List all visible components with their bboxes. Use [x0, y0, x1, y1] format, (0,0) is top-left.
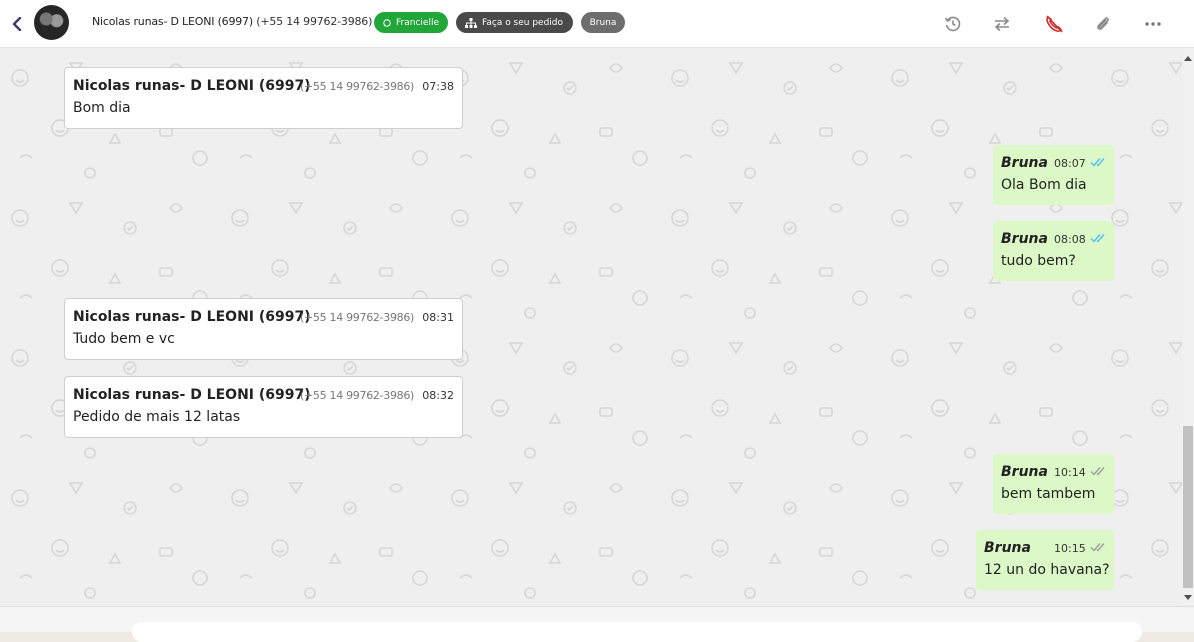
sender-phone: (+55 14 99762-3986) — [300, 311, 415, 324]
message-author: Bruna — [1001, 464, 1048, 480]
message-outgoing[interactable]: Bruna 10:14 bem tambem — [993, 454, 1114, 514]
tag-label: Bruna — [589, 17, 617, 28]
tag-faca-o-seu-pedido[interactable]: Faça o seu pedido — [456, 12, 573, 33]
message-outgoing[interactable]: Bruna 08:07 Ola Bom dia — [993, 145, 1114, 205]
chat-header: Nicolas runas- D LEONI (6997) (+55 14 99… — [0, 0, 1194, 48]
message-incoming[interactable]: Nicolas runas- D LEONI (6997) (+55 14 99… — [64, 67, 463, 129]
message-author: Bruna — [984, 540, 1031, 556]
message-text: Tudo bem e vc — [73, 331, 175, 347]
double-check-icon — [1090, 543, 1105, 552]
contact-name: Nicolas runas- D LEONI (6997) — [92, 15, 253, 28]
message-incoming[interactable]: Nicolas runas- D LEONI (6997) (+55 14 99… — [64, 376, 463, 438]
sender-phone: (+55 14 99762-3986) — [300, 80, 415, 93]
message-time: 08:07 — [1054, 157, 1086, 170]
transfer-icon — [994, 16, 1010, 32]
hangup-icon — [1046, 15, 1063, 33]
scrollbar-thumb[interactable] — [1183, 426, 1193, 588]
message-text: Bom dia — [73, 100, 131, 116]
scroll-down-arrow-icon[interactable] — [1184, 595, 1192, 600]
double-check-icon — [1090, 467, 1105, 476]
sender-name: Nicolas runas- D LEONI (6997) — [73, 387, 311, 403]
tag-bruna[interactable]: Bruna — [581, 12, 625, 33]
hangup-button[interactable] — [1042, 12, 1066, 36]
contact-info[interactable]: Nicolas runas- D LEONI (6997) (+55 14 99… — [92, 15, 372, 28]
double-check-icon — [1090, 158, 1105, 167]
message-text: 12 un do havana? — [984, 562, 1110, 578]
message-author: Bruna — [1001, 231, 1048, 247]
more-options-button[interactable] — [1141, 12, 1165, 36]
avatar[interactable] — [34, 5, 69, 40]
message-text: Ola Bom dia — [1001, 177, 1087, 193]
transfer-button[interactable] — [990, 12, 1014, 36]
tag-label: Francielle — [396, 17, 439, 28]
attach-button[interactable] — [1091, 12, 1115, 36]
message-outgoing[interactable]: Bruna 08:08 tudo bem? — [993, 221, 1114, 281]
tag-francielle[interactable]: Francielle — [374, 12, 448, 33]
double-check-icon — [1090, 234, 1105, 243]
message-time: 08:32 — [422, 389, 454, 402]
back-button[interactable] — [9, 14, 25, 34]
message-text: Pedido de mais 12 latas — [73, 409, 241, 425]
attach-icon — [1097, 17, 1109, 30]
whatsapp-icon — [383, 18, 391, 27]
message-time: 08:08 — [1054, 233, 1086, 246]
sender-name: Nicolas runas- D LEONI (6997) — [73, 309, 311, 325]
more-icon — [1145, 22, 1161, 26]
message-text: tudo bem? — [1001, 253, 1076, 269]
message-text: bem tambem — [1001, 486, 1096, 502]
message-author: Bruna — [1001, 155, 1048, 171]
chat-scrollbar[interactable] — [1182, 48, 1194, 606]
message-input[interactable] — [132, 622, 1142, 642]
sender-name: Nicolas runas- D LEONI (6997) — [73, 78, 311, 94]
history-icon — [944, 16, 961, 32]
chevron-left-icon — [12, 17, 22, 31]
tag-label: Faça o seu pedido — [482, 17, 564, 28]
message-time: 10:15 — [1054, 542, 1086, 555]
message-outgoing[interactable]: Bruna 10:15 12 un do havana? — [976, 530, 1114, 590]
sender-phone: (+55 14 99762-3986) — [300, 389, 415, 402]
contact-phone: (+55 14 99762-3986) — [256, 15, 373, 28]
scroll-up-arrow-icon[interactable] — [1184, 56, 1192, 61]
message-time: 08:31 — [422, 311, 454, 324]
chat-area[interactable]: Nicolas runas- D LEONI (6997) (+55 14 99… — [0, 48, 1182, 606]
message-incoming[interactable]: Nicolas runas- D LEONI (6997) (+55 14 99… — [64, 298, 463, 360]
message-time: 07:38 — [422, 80, 454, 93]
history-button[interactable] — [941, 12, 965, 36]
sitemap-icon — [465, 17, 477, 28]
message-time: 10:14 — [1054, 466, 1086, 479]
